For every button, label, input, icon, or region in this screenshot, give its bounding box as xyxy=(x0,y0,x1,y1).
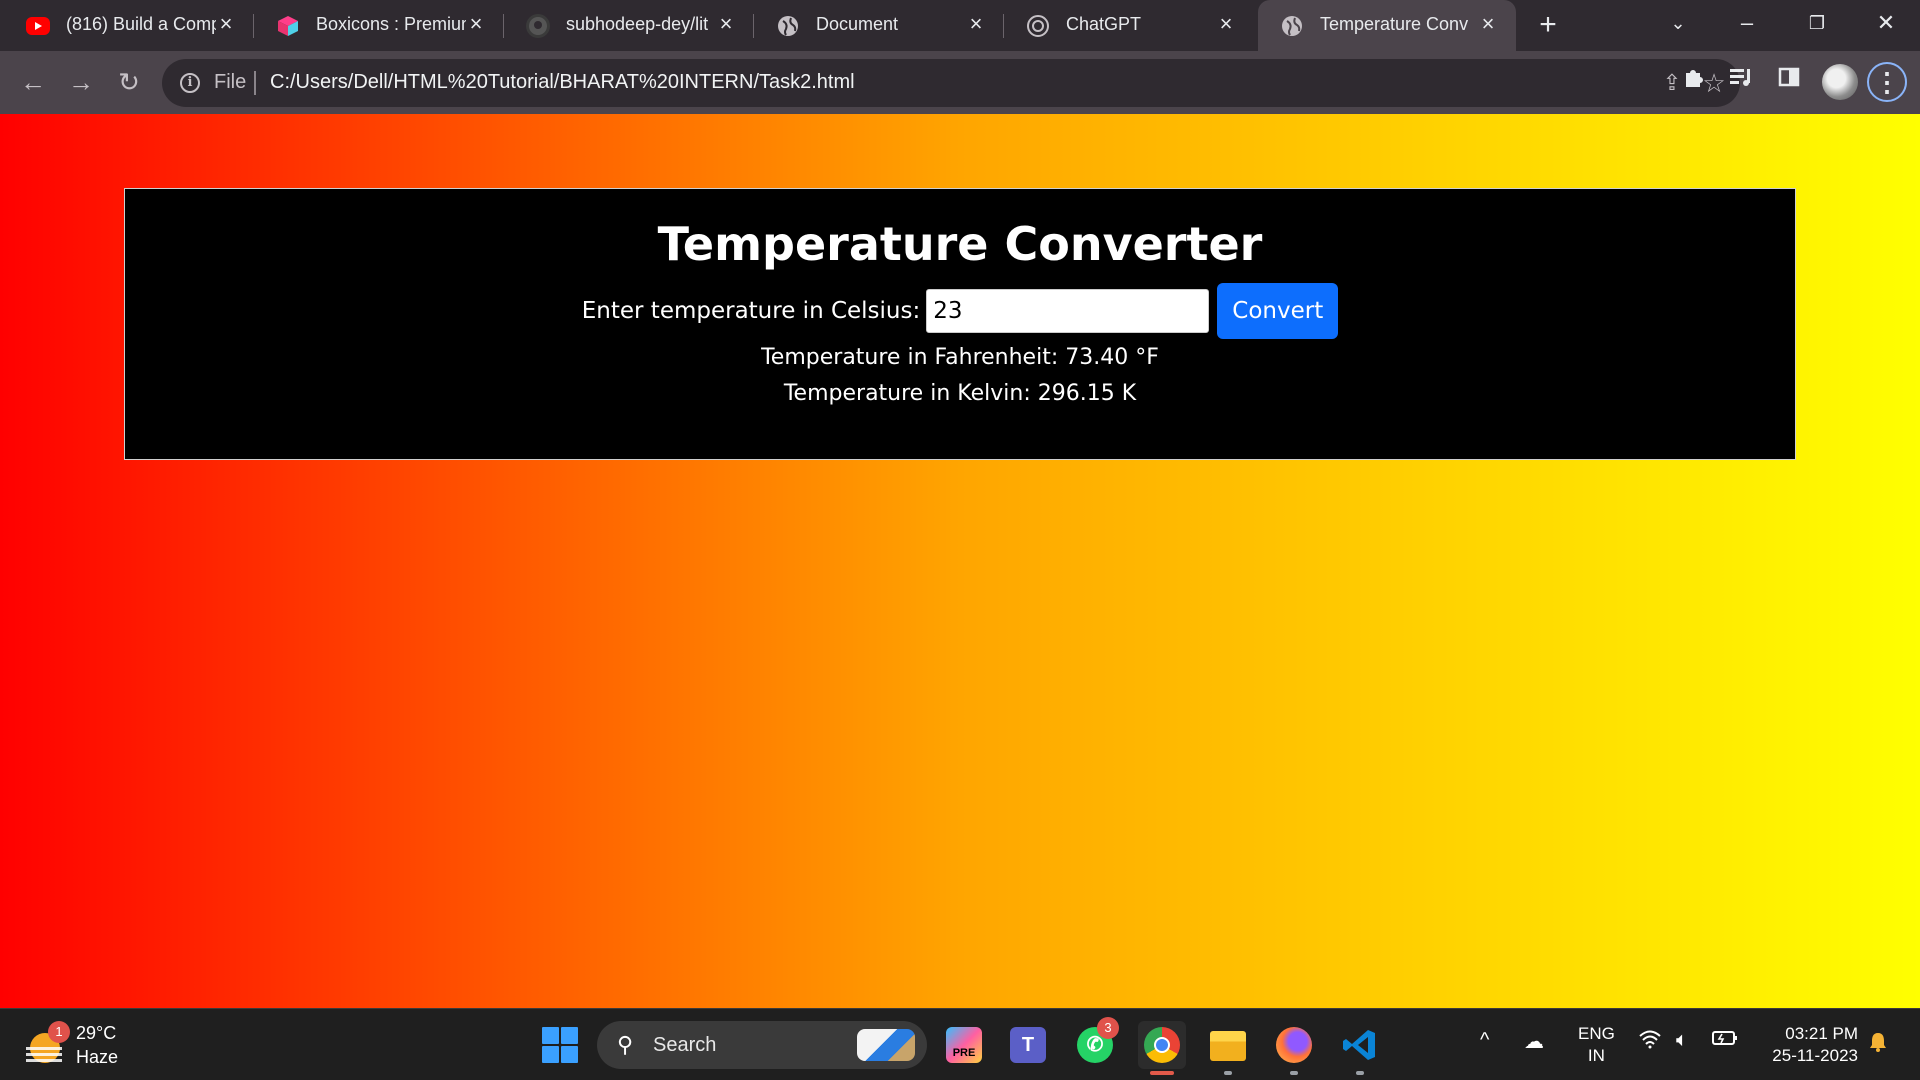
battery-icon[interactable] xyxy=(1712,1029,1738,1053)
show-hidden-icons-chevron-icon[interactable]: ^ xyxy=(1480,1029,1489,1052)
globe-icon xyxy=(776,14,800,38)
weather-description[interactable]: Haze xyxy=(76,1047,118,1068)
running-indicator xyxy=(1224,1071,1232,1075)
kelvin-result: Temperature in Kelvin: 296.15 K xyxy=(783,381,1137,406)
tab-document[interactable]: Document × xyxy=(754,0,1004,51)
page-viewport: Temperature Converter Enter temperature … xyxy=(0,114,1920,1008)
reload-icon[interactable]: ↻ xyxy=(112,65,146,99)
language-code: ENG xyxy=(1578,1024,1615,1043)
active-indicator xyxy=(1150,1071,1174,1075)
onedrive-cloud-icon[interactable]: ☁ xyxy=(1524,1029,1544,1054)
firefox-app-icon[interactable] xyxy=(1270,1021,1318,1075)
github-icon xyxy=(526,14,550,38)
close-icon[interactable]: × xyxy=(714,12,738,36)
tab-search-chevron-icon[interactable]: ⌄ xyxy=(1658,8,1698,38)
wifi-icon[interactable] xyxy=(1638,1029,1662,1055)
search-placeholder: Search xyxy=(653,1034,717,1056)
weather-badge: 1 xyxy=(48,1021,70,1043)
weather-temperature[interactable]: 29°C xyxy=(76,1023,116,1044)
tab-title: (816) Build a Comp xyxy=(66,14,216,34)
media-playlist-icon[interactable] xyxy=(1724,65,1758,99)
tab-title: Document xyxy=(816,14,899,34)
forward-arrow-icon[interactable]: → xyxy=(64,65,98,99)
restore-icon[interactable]: ❐ xyxy=(1797,8,1837,38)
tab-title: subhodeep-dey/lit xyxy=(566,14,709,34)
browser-toolbar: ← → ↻ i File C:/Users/Dell/HTML%20Tutori… xyxy=(0,51,1920,114)
weather-haze-icon[interactable]: 1 xyxy=(26,1021,70,1065)
tab-temperature-converter[interactable]: Temperature Conv × xyxy=(1258,0,1516,51)
clock-time: 03:21 PM xyxy=(1785,1024,1858,1043)
tab-title: Boxicons : Premium xyxy=(316,14,466,34)
teams-app-icon[interactable]: T xyxy=(1004,1021,1052,1069)
whatsapp-badge: 3 xyxy=(1097,1017,1119,1039)
search-highlight-image xyxy=(857,1029,915,1061)
copilot-app-icon[interactable]: PRE xyxy=(940,1021,988,1069)
tab-chatgpt[interactable]: ChatGPT × xyxy=(1004,0,1254,51)
windows-start-icon[interactable] xyxy=(542,1027,578,1063)
file-explorer-app-icon[interactable] xyxy=(1204,1021,1252,1075)
running-indicator xyxy=(1356,1071,1364,1075)
whatsapp-app-icon[interactable]: ✆ 3 xyxy=(1071,1017,1119,1069)
close-icon[interactable]: × xyxy=(964,12,988,36)
close-icon[interactable]: × xyxy=(1476,12,1500,36)
convert-button[interactable]: Convert xyxy=(1217,283,1339,339)
converter-card: Temperature Converter Enter temperature … xyxy=(124,188,1796,460)
url-text[interactable]: C:/Users/Dell/HTML%20Tutorial/BHARAT%20I… xyxy=(270,71,855,94)
close-window-icon[interactable]: ✕ xyxy=(1866,8,1906,38)
back-arrow-icon[interactable]: ← xyxy=(16,65,50,99)
divider xyxy=(254,71,256,95)
youtube-icon xyxy=(26,17,50,35)
close-icon[interactable]: × xyxy=(464,12,488,36)
more-menu-icon[interactable]: ⋮ xyxy=(1867,62,1907,102)
page-title: Temperature Converter xyxy=(657,217,1263,271)
scheme-label: File xyxy=(214,71,247,93)
chrome-app-icon[interactable] xyxy=(1138,1021,1186,1075)
extensions-puzzle-icon[interactable] xyxy=(1677,65,1711,99)
input-row: Enter temperature in Celsius: Convert xyxy=(125,283,1795,339)
region-code: IN xyxy=(1587,1046,1605,1065)
globe-icon xyxy=(1280,14,1304,38)
taskbar-search-box[interactable]: ⚲ Search xyxy=(597,1021,927,1069)
language-indicator[interactable]: ENG IN xyxy=(1578,1023,1615,1067)
tab-youtube[interactable]: (816) Build a Comp × xyxy=(4,0,254,51)
close-icon[interactable]: × xyxy=(1214,12,1238,36)
tab-strip: (816) Build a Comp × Boxicons : Premium … xyxy=(0,0,1920,51)
system-clock[interactable]: 03:21 PM 25-11-2023 xyxy=(1758,1023,1858,1067)
boxicons-icon xyxy=(276,14,300,38)
windows-taskbar: 1 29°C Haze ⚲ Search PRE T ✆ 3 ^ ☁ ENG I… xyxy=(0,1008,1920,1080)
search-icon: ⚲ xyxy=(616,1032,634,1057)
volume-icon[interactable]: 🔈︎ xyxy=(1676,1029,1688,1052)
close-icon[interactable]: × xyxy=(214,12,238,36)
vscode-app-icon[interactable] xyxy=(1336,1021,1384,1075)
info-icon[interactable]: i xyxy=(180,73,200,93)
tab-title: Temperature Conv xyxy=(1320,14,1469,34)
chatgpt-icon xyxy=(1026,14,1050,38)
tab-boxicons[interactable]: Boxicons : Premium × xyxy=(254,0,504,51)
side-panel-icon[interactable] xyxy=(1772,65,1806,99)
new-tab-plus-icon[interactable]: + xyxy=(1532,10,1564,42)
tab-github[interactable]: subhodeep-dey/lit × xyxy=(504,0,754,51)
clock-date: 25-11-2023 xyxy=(1772,1046,1858,1065)
tab-title: ChatGPT xyxy=(1066,14,1142,34)
profile-avatar[interactable] xyxy=(1822,64,1858,100)
running-indicator xyxy=(1290,1071,1298,1075)
celsius-label: Enter temperature in Celsius: xyxy=(581,298,921,324)
address-bar[interactable]: i File C:/Users/Dell/HTML%20Tutorial/BHA… xyxy=(162,59,1740,107)
notification-bell-icon[interactable] xyxy=(1866,1031,1890,1055)
celsius-input[interactable] xyxy=(926,289,1210,333)
fahrenheit-result: Temperature in Fahrenheit: 73.40 °F xyxy=(761,345,1159,370)
minimize-icon[interactable]: – xyxy=(1727,8,1767,38)
